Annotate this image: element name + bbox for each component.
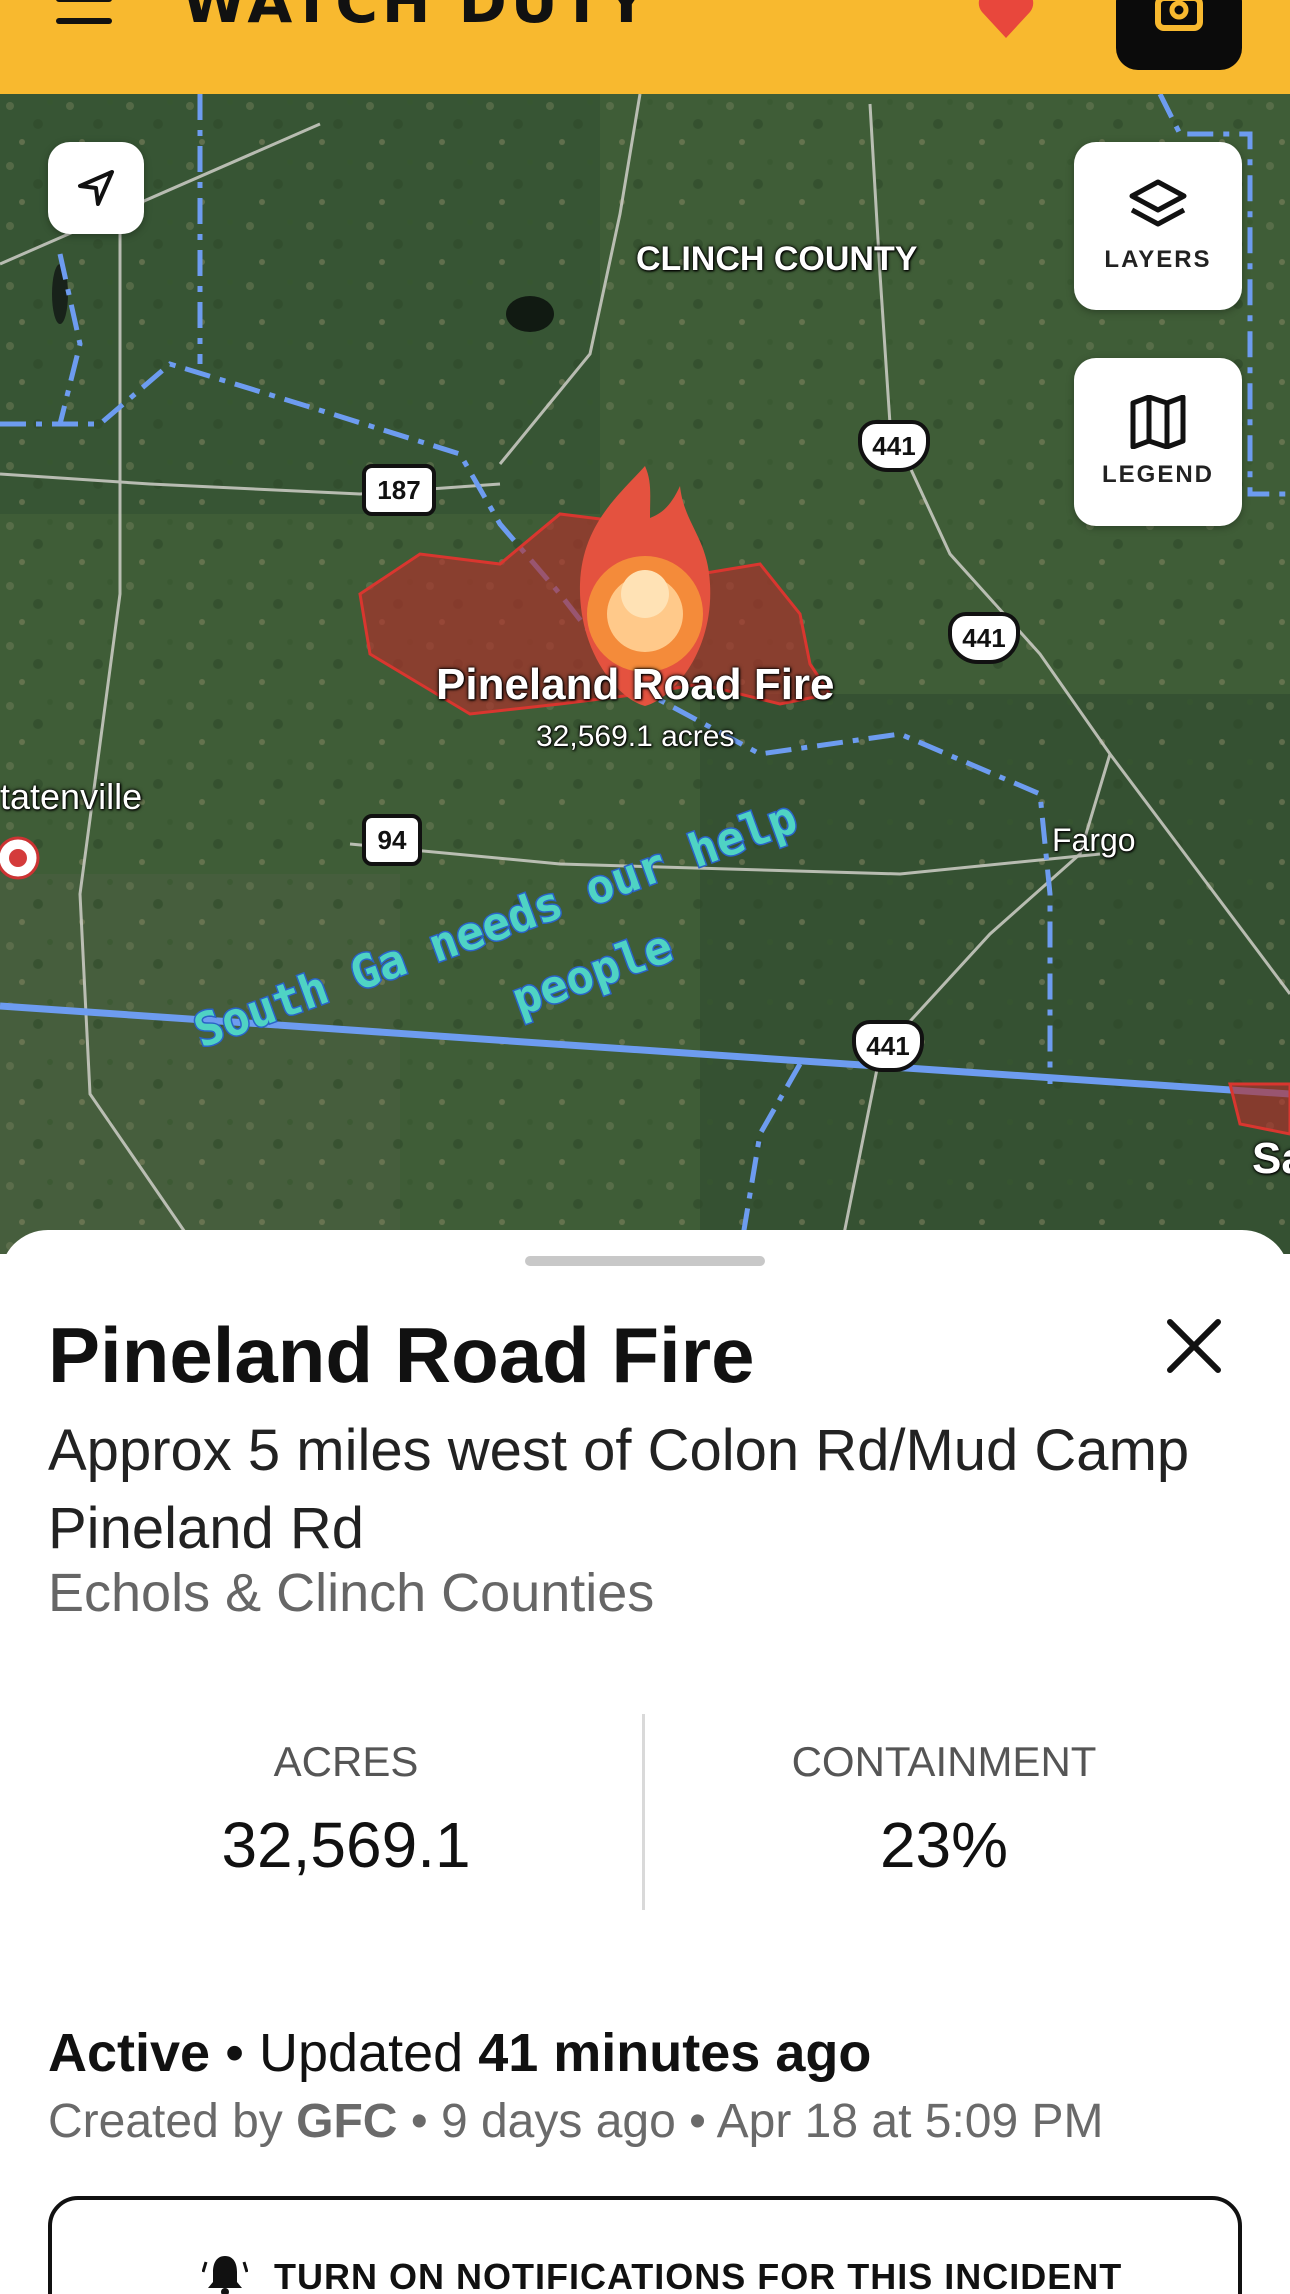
layers-label: LAYERS bbox=[1104, 246, 1212, 273]
created-prefix: Created by bbox=[48, 2095, 283, 2148]
incident-created-line: Created by GFC • 9 days ago • Apr 18 at … bbox=[48, 2094, 1104, 2149]
notifications-button[interactable]: TURN ON NOTIFICATIONS FOR THIS INCIDENT bbox=[48, 2196, 1242, 2294]
fire-map-label[interactable]: Pineland Road Fire bbox=[436, 660, 835, 710]
heart-icon[interactable] bbox=[978, 0, 1034, 38]
fire-acres-map-label: 32,569.1 acres bbox=[536, 720, 735, 753]
containment-stat: CONTAINMENT 23% bbox=[646, 1714, 1242, 1910]
camera-icon bbox=[1155, 0, 1203, 31]
status-value: Active bbox=[48, 2023, 211, 2083]
incident-title: Pineland Road Fire bbox=[48, 1311, 755, 1399]
acres-label: ACRES bbox=[273, 1738, 419, 1785]
incident-location: Approx 5 miles west of Colon Rd/Mud Camp… bbox=[48, 1418, 1190, 1561]
route-shield-441: 441 bbox=[948, 612, 1020, 664]
incident-region: Echols & Clinch Counties bbox=[48, 1563, 655, 1623]
legend-label: LEGEND bbox=[1101, 461, 1214, 488]
app-logo: WATCH DUTY bbox=[182, 0, 652, 36]
layers-icon bbox=[1129, 179, 1187, 227]
updated-value: 41 minutes ago bbox=[478, 2023, 872, 2083]
stats-divider bbox=[642, 1714, 645, 1910]
legend-button[interactable]: LEGEND bbox=[1074, 358, 1242, 526]
close-icon[interactable] bbox=[1164, 1316, 1224, 1376]
layers-button[interactable]: LAYERS bbox=[1074, 142, 1242, 310]
created-by: GFC bbox=[296, 2095, 398, 2148]
town-label-fargo: Fargo bbox=[1052, 822, 1136, 858]
incident-bottom-sheet: Pineland Road Fire Approx 5 miles west o… bbox=[0, 1230, 1290, 2294]
camera-button[interactable] bbox=[1116, 0, 1242, 70]
bell-ringing-icon bbox=[202, 2256, 248, 2294]
acres-value: 32,569.1 bbox=[221, 1809, 471, 1881]
locate-button[interactable] bbox=[48, 142, 144, 234]
acres-stat: ACRES 32,569.1 bbox=[48, 1714, 644, 1910]
containment-label: CONTAINMENT bbox=[791, 1738, 1097, 1785]
route-shield-94: 94 bbox=[362, 814, 422, 866]
route-shield-187: 187 bbox=[362, 464, 436, 516]
separator: • bbox=[410, 2095, 441, 2148]
hamburger-menu-icon[interactable] bbox=[56, 0, 112, 28]
notifications-button-label: TURN ON NOTIFICATIONS FOR THIS INCIDENT bbox=[274, 2256, 1123, 2294]
incident-status-line: Active • Updated 41 minutes ago bbox=[48, 2022, 871, 2084]
county-label: CLINCH COUNTY bbox=[636, 240, 918, 278]
map-view[interactable]: CLINCH COUNTY tatenville Fargo Sa 187 44… bbox=[0, 94, 1290, 1254]
app-header: WATCH DUTY bbox=[0, 0, 1290, 94]
containment-value: 23% bbox=[879, 1809, 1009, 1881]
route-shield-441: 441 bbox=[852, 1020, 924, 1072]
incident-stats: ACRES 32,569.1 CONTAINMENT 23% bbox=[48, 1714, 1244, 1910]
map-legend-icon bbox=[1130, 395, 1186, 449]
town-label-edge: Sa bbox=[1252, 1134, 1290, 1183]
created-date: Apr 18 at 5:09 PM bbox=[716, 2095, 1104, 2148]
separator: • bbox=[225, 2023, 260, 2083]
created-ago: 9 days ago bbox=[440, 2095, 676, 2148]
location-arrow-icon bbox=[78, 170, 114, 206]
sheet-drag-handle[interactable] bbox=[525, 1256, 765, 1266]
route-shield-441: 441 bbox=[858, 420, 930, 472]
town-label-statenville: tatenville bbox=[0, 776, 143, 817]
separator: • bbox=[689, 2095, 717, 2148]
updated-prefix: Updated bbox=[259, 2023, 464, 2083]
